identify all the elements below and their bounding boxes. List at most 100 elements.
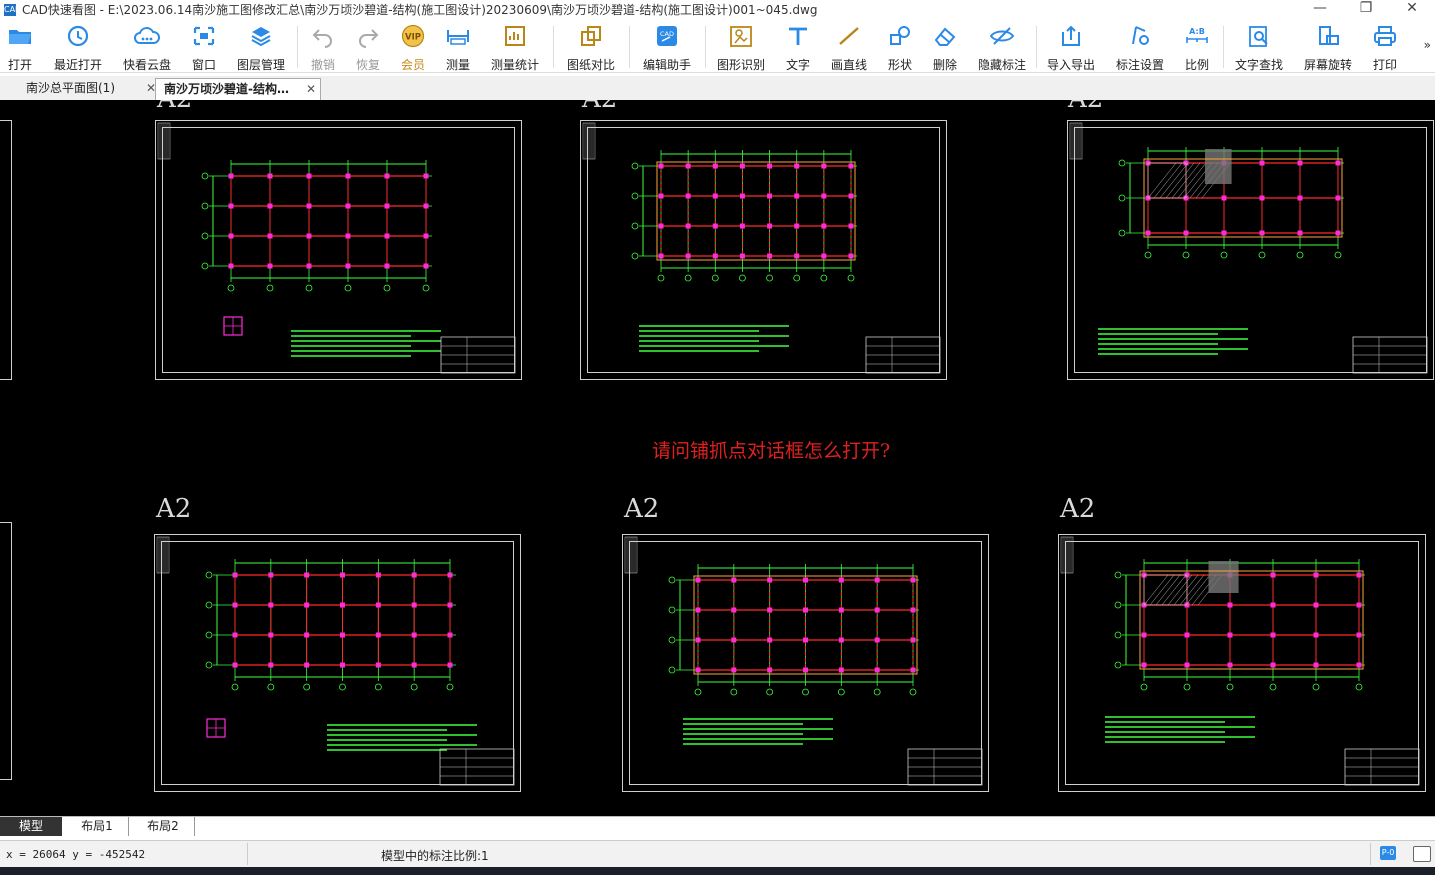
eraser-icon [929,24,961,50]
drawing-compare-button[interactable]: 图纸对比 [563,24,619,72]
window-title: CAD快速看图 - E:\2023.06.14南沙施工图修改汇总\南沙万顷沙碧道… [22,3,818,17]
window-button[interactable]: 窗口 [188,24,220,72]
toolbar-divider [297,26,298,68]
scale-button[interactable]: A:B 比例 [1181,24,1213,72]
svg-text:VIP: VIP [405,33,421,43]
tab-label: 南沙万顷沙碧道-结构… [164,82,289,96]
tab-layout-2[interactable]: 布局2 [132,817,195,836]
drawing-sheet-partial [0,522,12,780]
sheet-linework [1060,536,1420,786]
toolbar-divider [1036,26,1037,68]
cloud-drive-button[interactable]: 快看云盘 [119,24,175,72]
window-frame-icon [188,24,220,50]
layers-icon [233,24,289,50]
measure-stats-button[interactable]: 测量统计 [487,24,543,72]
text-button[interactable]: 文字 [782,24,814,72]
toolbar-divider [629,26,630,68]
layout-tab-bar: 模型 布局1 布局2 [0,816,1435,837]
import-export-icon [1043,24,1099,50]
toolbar-divider [1223,26,1224,68]
tab-label: 南沙总平面图(1) [26,81,115,95]
main-toolbar: 打开 最近打开 快看云盘 窗口 图层管理 撤销 恢复 VIP 会员 测量 测量统… [0,20,1435,73]
drawing-canvas[interactable]: A2 A2 A2 A2 A2 A2 请问铺抓点对话框怎么打开? [0,100,1435,816]
screen-rotate-button[interactable]: 屏幕旋转 [1300,24,1356,72]
import-export-button[interactable]: 导入导出 [1043,24,1099,72]
text-t-icon [782,24,814,50]
sheet-linework [156,536,515,786]
minimize-button[interactable]: — [1297,0,1343,19]
draw-line-button[interactable]: 画直线 [827,24,871,72]
delete-button[interactable]: 删除 [929,24,961,72]
undo-button[interactable]: 撤销 [307,24,339,72]
sheet-size-tag: A2 [156,494,192,524]
tab-model[interactable]: 模型 [0,817,62,836]
shape-icon [884,24,916,50]
svg-text:A:B: A:B [1189,27,1205,36]
drawing-sheet-slab-plan[interactable] [1067,120,1434,380]
vip-member-button[interactable]: VIP 会员 [397,24,429,72]
measure-button[interactable]: 测量 [442,24,474,72]
sheet-linework [624,536,983,786]
annotation-scale-text: 模型中的标注比例:1 [381,849,489,863]
text-search-button[interactable]: 文字查找 [1231,24,1287,72]
shape-button[interactable]: 形状 [884,24,916,72]
scale-ab-icon: A:B [1181,24,1213,50]
sheet-size-tag: A2 [582,100,617,114]
cad-edit-icon: CAD [639,24,695,50]
sheet-size-tag: A2 [1068,100,1103,114]
status-divider [247,843,248,865]
sheet-size-tag: A2 [157,100,192,114]
sheet-size-tag: A2 [624,494,660,524]
drawing-sheet-foundation-grid[interactable] [155,120,522,380]
layer-manager-button[interactable]: 图层管理 [233,24,289,72]
edit-assistant-button[interactable]: CAD 编辑助手 [639,24,695,72]
cursor-coordinates: x = 26064 y = -452542 [6,848,146,861]
annotation-settings-icon [1112,24,1168,50]
window-controls: — ❐ ✕ [1297,0,1435,19]
svg-text:CAD: CAD [660,30,674,38]
drawing-sheet-foundation-grid-2[interactable] [154,534,521,792]
measure-stats-icon [487,24,543,50]
eye-hide-icon [974,24,1030,50]
status-bar: x = 26064 y = -452542 模型中的标注比例:1 P-0 [0,840,1435,867]
toolbar-divider [553,26,554,68]
line-icon [827,24,871,50]
drawing-sheet-slab-plan-2[interactable] [1058,534,1426,792]
question-annotation: 请问铺抓点对话框怎么打开? [652,440,891,462]
drawing-sheet-beam-plan-2[interactable] [622,534,989,792]
ruler-icon [442,24,474,50]
tab-close-icon[interactable]: ✕ [306,79,316,100]
open-button[interactable]: 打开 [4,24,36,72]
restore-button[interactable]: ❐ [1343,0,1389,19]
recent-clock-icon [50,24,106,50]
undo-icon [307,24,339,50]
print-button[interactable]: 打印 [1369,24,1401,72]
redo-icon [352,24,384,50]
os-taskbar [0,867,1435,875]
folder-open-icon [4,24,36,50]
close-window-button[interactable]: ✕ [1389,0,1435,19]
cloud-icon [119,24,175,50]
document-tab-bar: 南沙总平面图(1) ✕ 南沙万顷沙碧道-结构… ✕ [0,76,1435,101]
annotation-settings-button[interactable]: 标注设置 [1112,24,1168,72]
toolbar-more-button[interactable]: » [1424,38,1431,52]
cad-app-icon: CAD [4,3,22,16]
tab-site-plan[interactable]: 南沙总平面图(1) ✕ [18,78,160,99]
drawing-sheet-beam-plan[interactable] [580,120,947,380]
layout-icon[interactable] [1413,846,1431,862]
tab-layout-1[interactable]: 布局1 [66,817,129,836]
snap-toggle-button[interactable]: P-0 [1380,846,1396,860]
vip-badge-icon: VIP [397,24,429,50]
status-divider [1370,843,1371,865]
tab-structure-drawing[interactable]: 南沙万顷沙碧道-结构… ✕ [155,78,321,100]
redo-button[interactable]: 恢复 [352,24,384,72]
text-search-icon [1231,24,1287,50]
compare-icon [563,24,619,50]
title-bar: CAD CAD快速看图 - E:\2023.06.14南沙施工图修改汇总\南沙万… [0,0,1435,19]
hide-annotation-button[interactable]: 隐藏标注 [974,24,1030,72]
recent-open-button[interactable]: 最近打开 [50,24,106,72]
shape-recognize-icon [713,24,769,50]
sheet-size-tag: A2 [1060,494,1096,524]
sheet-linework [1069,122,1428,374]
shape-recognize-button[interactable]: 图形识别 [713,24,769,72]
